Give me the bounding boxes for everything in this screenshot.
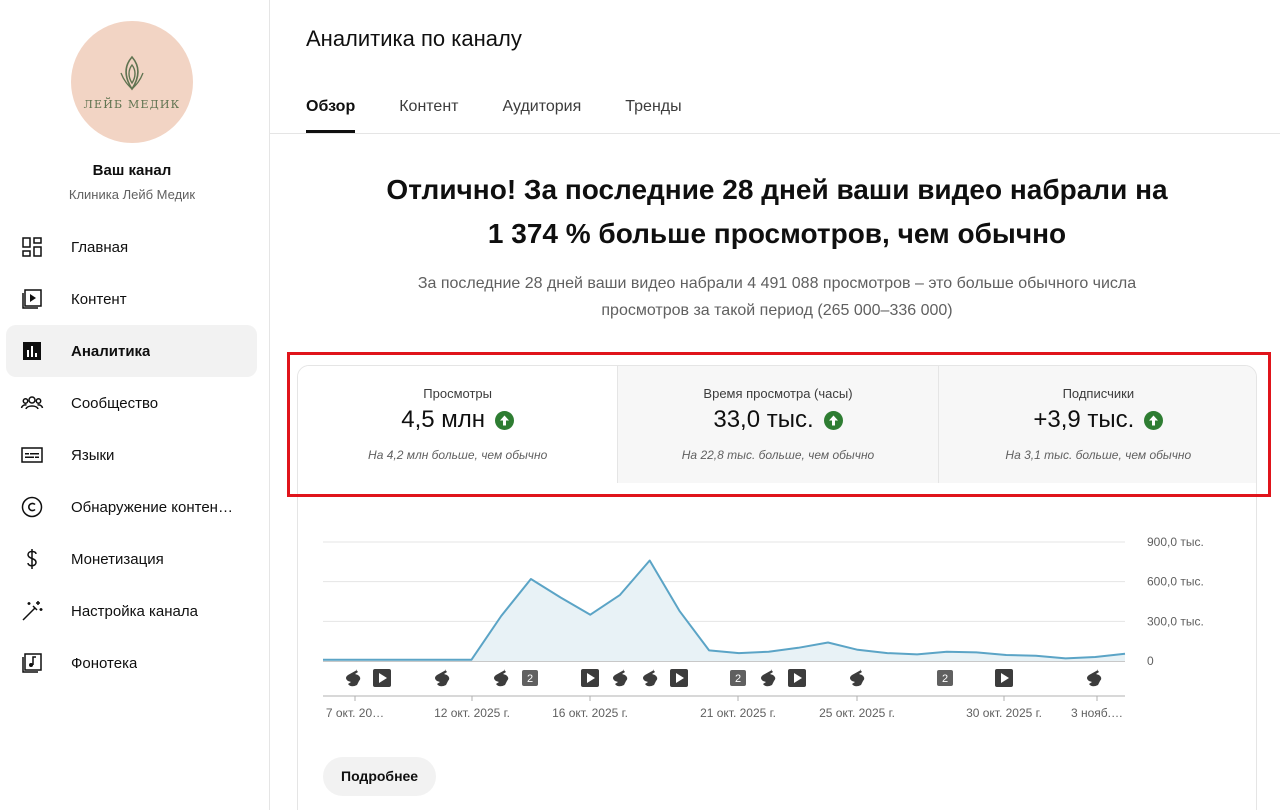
shorts-marker-icon bbox=[761, 669, 776, 687]
shorts-marker-icon bbox=[643, 669, 658, 687]
x-tick-label: 30 окт. 2025 г. bbox=[966, 706, 1042, 720]
y-tick-label: 600,0 тыс. bbox=[1147, 575, 1204, 589]
y-tick-label: 900,0 тыс. bbox=[1147, 535, 1204, 549]
x-tick-label: 7 окт. 20… bbox=[326, 706, 384, 720]
multi-publish-count: 2 bbox=[942, 673, 948, 685]
multi-publish-count: 2 bbox=[735, 673, 741, 685]
shorts-marker-icon bbox=[435, 669, 450, 687]
x-tick-label: 25 окт. 2025 г. bbox=[819, 706, 895, 720]
shorts-marker-icon bbox=[850, 669, 865, 687]
series-line bbox=[323, 559, 1126, 661]
x-tick-label: 12 окт. 2025 г. bbox=[434, 706, 510, 720]
shorts-marker-icon bbox=[494, 669, 509, 687]
multi-publish-count: 2 bbox=[527, 673, 533, 685]
views-chart: 0 300,0 тыс. 600,0 тыс. 900,0 тыс. 2 2 2 7 окт.… bbox=[323, 535, 1204, 720]
series-area bbox=[323, 560, 1125, 661]
x-tick-label: 3 нояб.… bbox=[1071, 706, 1123, 720]
more-button[interactable]: Подробнее bbox=[323, 757, 437, 796]
shorts-marker-icon bbox=[1087, 669, 1102, 687]
x-tick-label: 21 окт. 2025 г. bbox=[700, 706, 776, 720]
y-tick-label: 0 bbox=[1147, 654, 1154, 668]
y-tick-label: 300,0 тыс. bbox=[1147, 614, 1204, 628]
shorts-marker-icon bbox=[613, 669, 628, 687]
shorts-marker-icon bbox=[346, 669, 361, 687]
x-tick-label: 16 окт. 2025 г. bbox=[552, 706, 628, 720]
